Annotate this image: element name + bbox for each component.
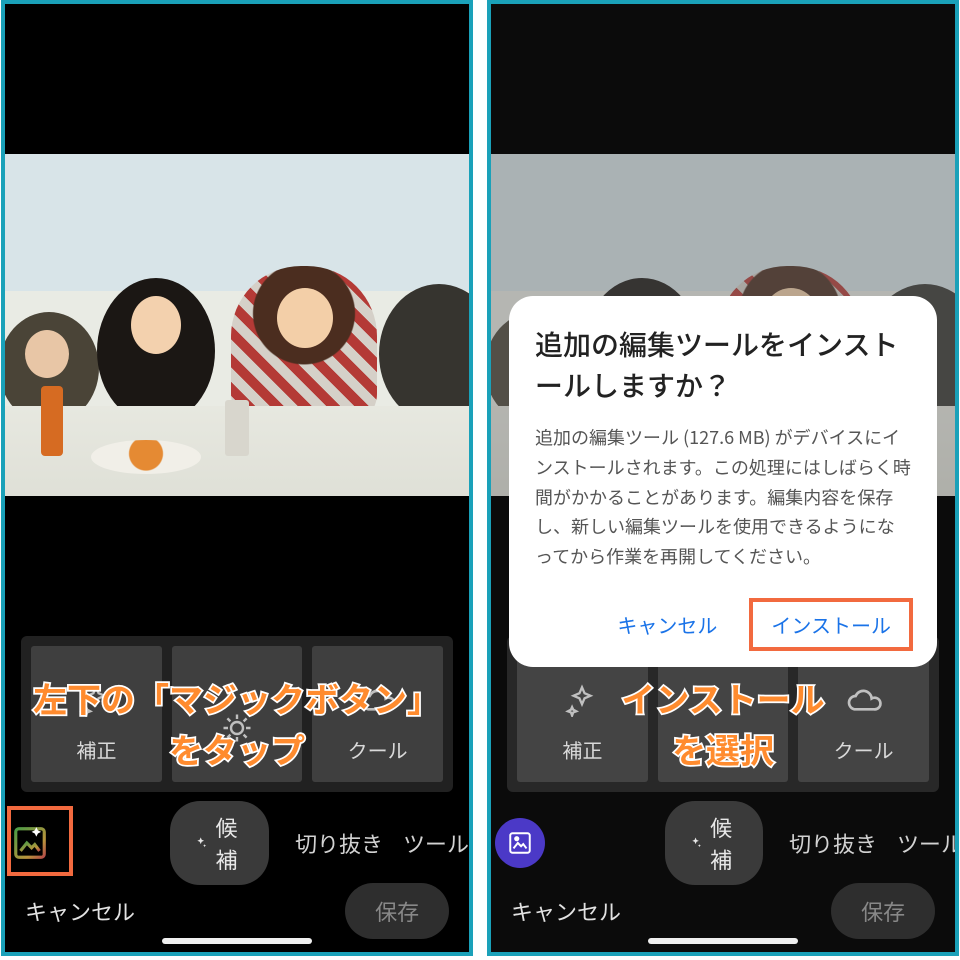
- editor-canvas[interactable]: [5, 154, 469, 496]
- editor-toolbar: 候補 切り抜き ツール: [5, 810, 469, 876]
- sparkle-icon: [79, 683, 113, 717]
- cancel-button[interactable]: キャンセル: [511, 895, 621, 927]
- dialog-body: 追加の編集ツール (127.6 MB) がデバイスにインストールされます。この処…: [535, 423, 911, 571]
- preset-enhance[interactable]: 補正: [31, 646, 162, 782]
- tab-label: 候補: [710, 811, 739, 875]
- sun-icon: [219, 710, 255, 746]
- magic-button[interactable]: [9, 814, 50, 872]
- tab-tools[interactable]: ツール: [897, 827, 959, 859]
- tab-tools[interactable]: ツール: [403, 827, 469, 859]
- preset-label: 補正: [76, 735, 116, 764]
- preset-row: 補正 クール: [21, 636, 453, 792]
- tab-crop[interactable]: 切り抜き: [295, 827, 383, 859]
- preset-label: クール: [834, 735, 894, 764]
- preset-label: 補正: [562, 735, 602, 764]
- screenshot-left: 補正 クール 候補 切り抜き ツール キャンセル 保存: [1, 0, 473, 956]
- annotation-highlight-box: [749, 598, 913, 651]
- editor-toolbar: 候補 切り抜き ツール: [491, 810, 955, 876]
- magic-button[interactable]: [495, 814, 545, 872]
- photo-preview: [5, 154, 469, 496]
- save-button[interactable]: 保存: [831, 883, 935, 939]
- save-button[interactable]: 保存: [345, 883, 449, 939]
- dialog-actions: キャンセル インストール: [535, 600, 911, 649]
- home-indicator: [162, 938, 312, 944]
- cloud-icon: [844, 685, 884, 717]
- cancel-button[interactable]: キャンセル: [25, 895, 135, 927]
- preset-middle[interactable]: [172, 646, 303, 782]
- dialog-cancel-button[interactable]: キャンセル: [603, 600, 731, 649]
- sparkle-icon: [194, 833, 207, 853]
- screenshot-right: 補正 クール 候補 切り抜き ツール キャンセル 保存 追加の編集ツールをインス…: [487, 0, 959, 956]
- install-dialog: 追加の編集ツールをインストールしますか？ 追加の編集ツール (127.6 MB)…: [509, 296, 937, 667]
- preset-cool[interactable]: クール: [312, 646, 443, 782]
- magic-image-icon: [11, 824, 49, 862]
- sparkle-icon: [689, 833, 702, 853]
- home-indicator: [648, 938, 798, 944]
- sparkle-icon: [565, 683, 599, 717]
- tab-crop[interactable]: 切り抜き: [789, 827, 877, 859]
- image-icon: [507, 830, 533, 856]
- dialog-title: 追加の編集ツールをインストールしますか？: [535, 324, 911, 405]
- dialog-install-button[interactable]: インストール: [751, 600, 911, 649]
- cloud-icon: [358, 685, 398, 717]
- tab-label: 候補: [215, 811, 245, 875]
- preset-label: クール: [348, 735, 408, 764]
